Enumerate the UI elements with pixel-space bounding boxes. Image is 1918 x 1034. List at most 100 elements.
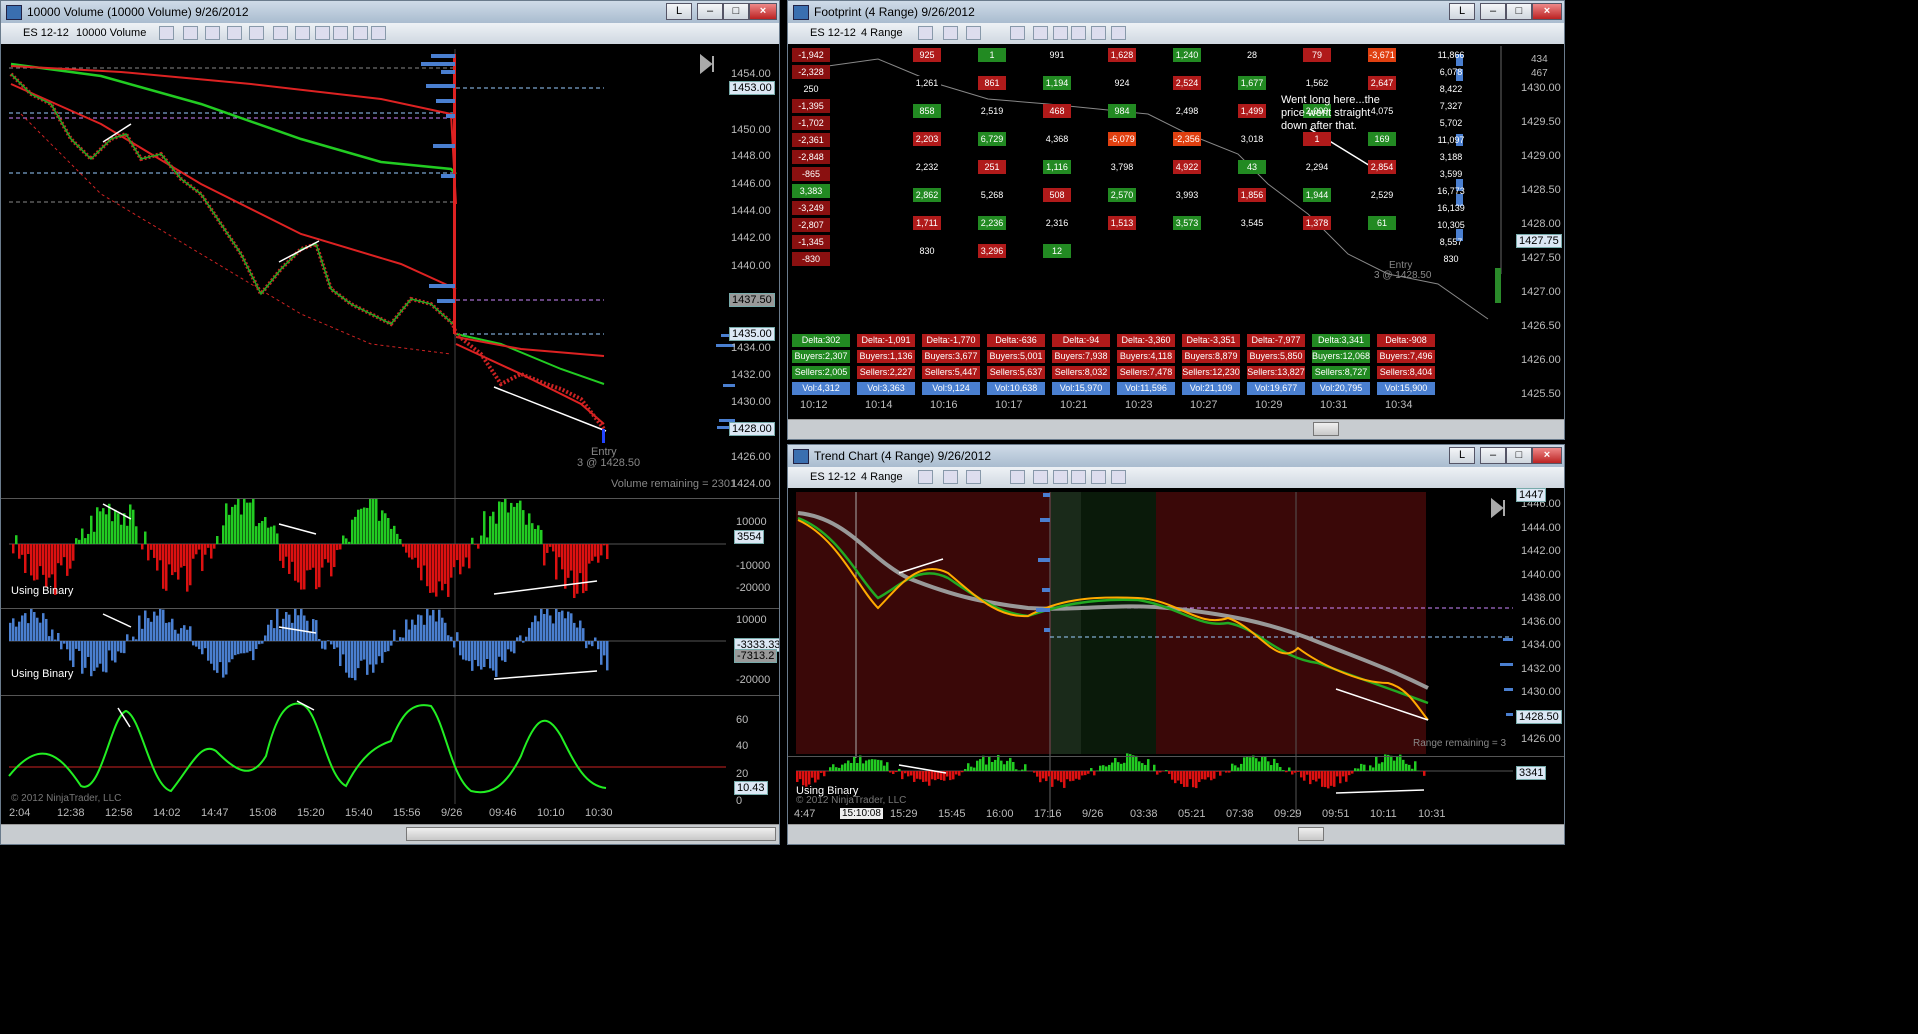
link-button[interactable]: L	[1449, 447, 1475, 464]
draw-tool-icon[interactable]	[966, 470, 981, 484]
crosshair-icon[interactable]	[1010, 470, 1025, 484]
close-button[interactable]: ×	[1532, 3, 1562, 20]
panel-separator[interactable]	[788, 756, 1564, 757]
corner-value: 467	[1531, 68, 1548, 79]
histogram-bar	[1183, 771, 1186, 787]
histogram-bar	[555, 609, 558, 641]
strategies-icon[interactable]	[1071, 470, 1086, 484]
indicators-icon[interactable]	[1053, 26, 1068, 40]
period-selector[interactable]: 4 Range	[861, 471, 903, 483]
strategies-icon[interactable]	[315, 26, 330, 40]
footprint-cell: 1,856	[1238, 188, 1266, 202]
instrument-selector[interactable]: ES 12-12	[23, 27, 69, 39]
title-bar[interactable]: 10000 Volume (10000 Volume) 9/26/2012 L …	[1, 1, 779, 23]
histogram-bar	[279, 544, 282, 561]
histogram-bar	[339, 641, 342, 667]
volume-cell: 11,866	[1437, 50, 1465, 60]
properties-icon[interactable]	[1091, 470, 1106, 484]
zoom-icon[interactable]	[1033, 26, 1048, 40]
histogram-bar	[997, 755, 1000, 771]
scrollbar-thumb[interactable]	[1298, 827, 1324, 841]
crosshair-icon[interactable]	[249, 26, 264, 40]
minimize-button[interactable]: –	[697, 3, 723, 20]
histogram-bar	[1042, 771, 1045, 779]
strategies-icon[interactable]	[1071, 26, 1086, 40]
histogram-bar	[1186, 771, 1189, 787]
histogram-bar	[492, 641, 495, 671]
histogram-bar	[501, 641, 504, 661]
horizontal-scrollbar[interactable]	[788, 824, 1564, 844]
data-box-icon[interactable]	[1111, 470, 1126, 484]
link-button[interactable]: L	[1449, 3, 1475, 20]
horizontal-scrollbar[interactable]	[788, 419, 1564, 439]
crosshair-icon[interactable]	[1010, 26, 1025, 40]
histogram-bar	[330, 544, 333, 577]
link-button[interactable]: L	[666, 3, 692, 20]
indicators-icon[interactable]	[295, 26, 310, 40]
bar-type-icon[interactable]	[918, 26, 933, 40]
zoom-icon[interactable]	[1033, 470, 1048, 484]
histogram-bar	[546, 609, 549, 641]
maximize-button[interactable]: □	[1506, 3, 1532, 20]
histogram-bar	[408, 629, 411, 641]
histogram-bar	[447, 544, 450, 597]
close-button[interactable]: ×	[1532, 447, 1562, 464]
chart-toolbar: ES 12-12 4 Range	[788, 23, 1564, 45]
draw-tool-icon[interactable]	[966, 26, 981, 40]
properties-icon[interactable]	[1091, 26, 1106, 40]
data-box-icon[interactable]	[1111, 26, 1126, 40]
histogram-bar	[513, 506, 516, 544]
histogram-bar	[165, 622, 168, 641]
chart-area[interactable]: 1446.00 1444.00 1442.00 1440.00 1438.00 1436.…	[788, 488, 1564, 824]
maximize-button[interactable]: □	[1506, 447, 1532, 464]
histogram-bar	[150, 544, 153, 550]
histogram-bar	[348, 541, 351, 544]
pencil-icon[interactable]	[943, 470, 958, 484]
bar-type-icon[interactable]	[918, 470, 933, 484]
histogram-bar	[1207, 771, 1210, 778]
price-tick: 1426.00	[731, 451, 771, 463]
scrollbar-thumb[interactable]	[1313, 422, 1339, 436]
histogram-bar	[1036, 771, 1039, 777]
histogram-bar	[594, 637, 597, 641]
histogram-bar	[1345, 771, 1348, 782]
time-tick: 10:27	[1190, 399, 1218, 411]
period-selector[interactable]: 10000 Volume	[76, 27, 146, 39]
footprint-cell: 1,677	[1238, 76, 1266, 90]
indicators-icon[interactable]	[1053, 470, 1068, 484]
histogram-bar	[405, 619, 408, 641]
period-selector[interactable]: 4 Range	[861, 27, 903, 39]
pencil-icon[interactable]	[943, 26, 958, 40]
cursor-time-label: 15:10:08	[840, 808, 883, 819]
arrow-tool-icon[interactable]	[227, 26, 242, 40]
maximize-button[interactable]: □	[723, 3, 749, 20]
horizontal-scrollbar[interactable]	[1, 824, 779, 844]
data-box-icon[interactable]	[353, 26, 368, 40]
copyright: © 2012 NinjaTrader, LLC	[796, 795, 907, 806]
histogram-bar	[105, 641, 108, 673]
histogram-bar	[258, 641, 261, 645]
pencil-icon[interactable]	[183, 26, 198, 40]
instrument-selector[interactable]: ES 12-12	[810, 27, 856, 39]
chart-area[interactable]: -1,942 -2,328 250 -1,395 -1,702 -2,361 -2,848 -…	[788, 44, 1564, 417]
instrument-selector[interactable]: ES 12-12	[810, 471, 856, 483]
draw-tool-icon[interactable]	[205, 26, 220, 40]
chart-area[interactable]: 1454.00 1450.00 1448.00 1446.00 1444.00 …	[1, 44, 779, 824]
histogram-bar	[1033, 771, 1036, 773]
scrollbar-thumb[interactable]	[406, 827, 776, 841]
title-bar[interactable]: Footprint (4 Range) 9/26/2012 L – □ ×	[788, 1, 1564, 23]
zoom-icon[interactable]	[273, 26, 288, 40]
order-icon[interactable]	[371, 26, 386, 40]
title-bar[interactable]: Trend Chart (4 Range) 9/26/2012 L – □ ×	[788, 445, 1564, 467]
close-button[interactable]: ×	[749, 3, 777, 20]
histogram-bar	[1201, 771, 1204, 780]
histogram-bar	[264, 635, 267, 641]
histogram-bar	[1240, 763, 1243, 771]
footprint-cell: -3,671	[1368, 48, 1396, 62]
minimize-button[interactable]: –	[1480, 447, 1506, 464]
bar-type-icon[interactable]	[159, 26, 174, 40]
histogram-bar	[432, 609, 435, 641]
minimize-button[interactable]: –	[1480, 3, 1506, 20]
price-tick: 1442.00	[731, 232, 771, 244]
properties-icon[interactable]	[333, 26, 348, 40]
